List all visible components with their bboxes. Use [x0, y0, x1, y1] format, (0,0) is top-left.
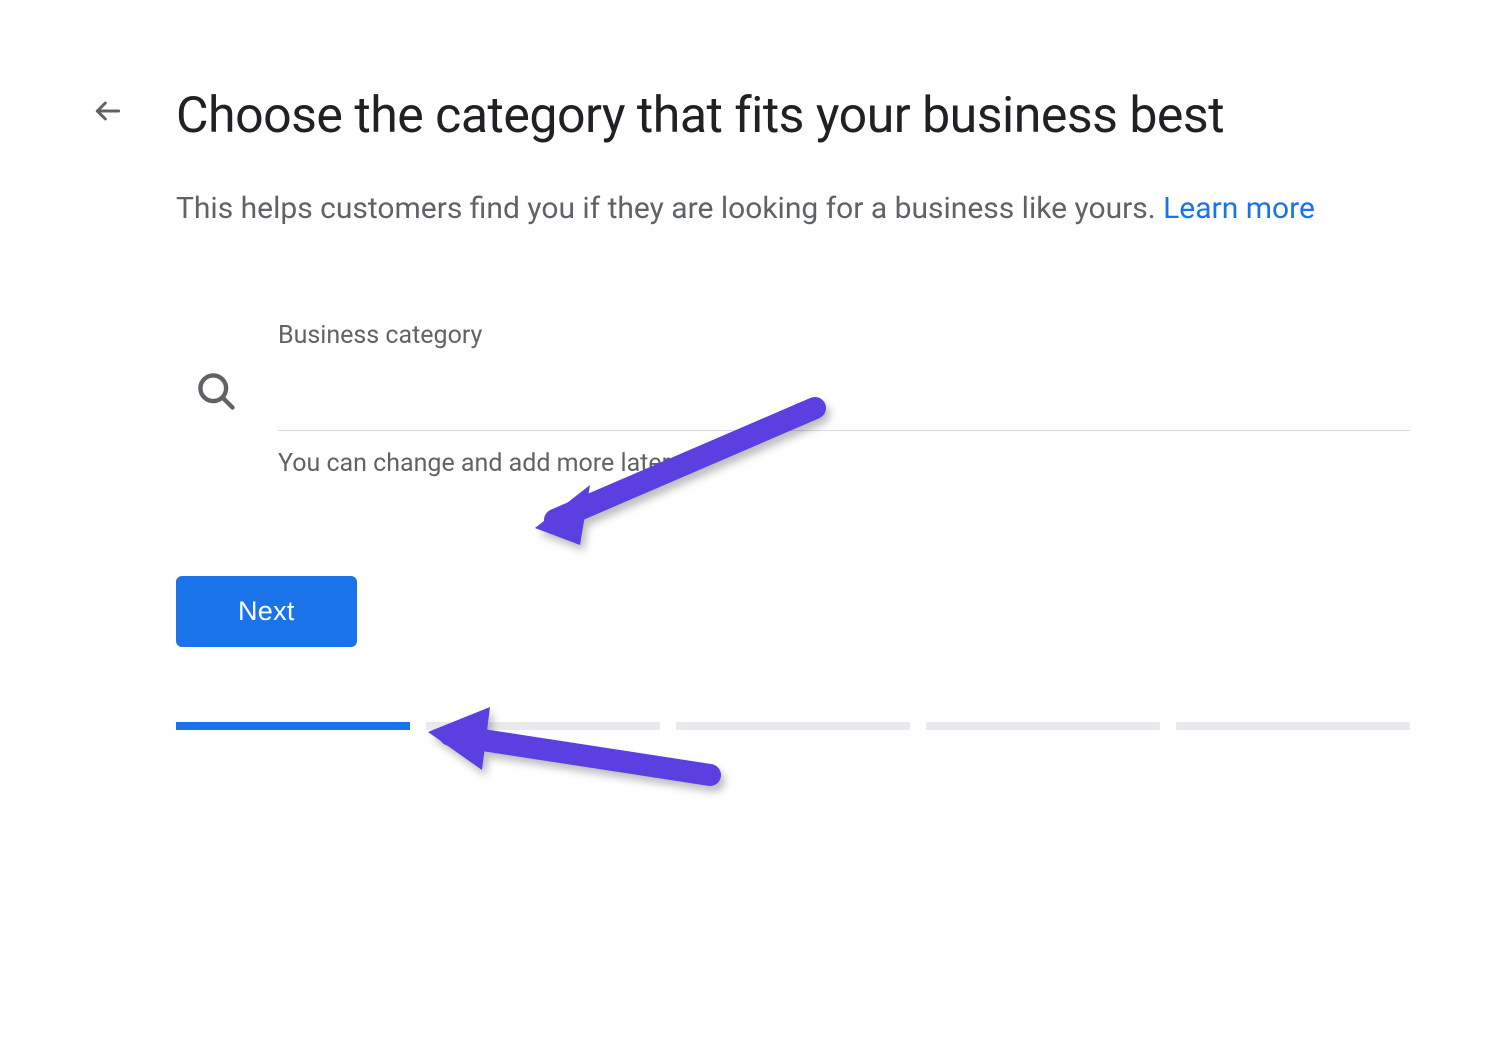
progress-segment-4 [926, 722, 1160, 730]
progress-segment-2 [426, 722, 660, 730]
category-input-label: Business category [278, 321, 1410, 350]
progress-indicator [176, 722, 1410, 730]
next-button[interactable]: Next [176, 576, 357, 647]
actions-row: Next [176, 576, 1410, 647]
progress-segment-3 [676, 722, 910, 730]
search-icon [194, 369, 238, 417]
onboarding-step-container: Choose the category that fits your busin… [0, 0, 1500, 730]
category-field-block: Business category You can change and add… [176, 321, 1410, 478]
category-helper-text: You can change and add more later [278, 449, 1410, 478]
arrow-left-icon [92, 95, 124, 127]
input-column: Business category You can change and add… [278, 321, 1410, 478]
header-row: Choose the category that fits your busin… [90, 85, 1410, 730]
progress-segment-5 [1176, 722, 1410, 730]
learn-more-link[interactable]: Learn more [1163, 191, 1315, 226]
progress-segment-1 [176, 722, 410, 730]
page-subtitle: This helps customers find you if they ar… [176, 186, 1410, 231]
page-title: Choose the category that fits your busin… [176, 85, 1410, 148]
subtitle-text: This helps customers find you if they ar… [176, 191, 1163, 226]
business-category-input[interactable] [278, 358, 1410, 431]
content-column: Choose the category that fits your busin… [176, 85, 1410, 730]
back-button[interactable] [90, 93, 126, 129]
